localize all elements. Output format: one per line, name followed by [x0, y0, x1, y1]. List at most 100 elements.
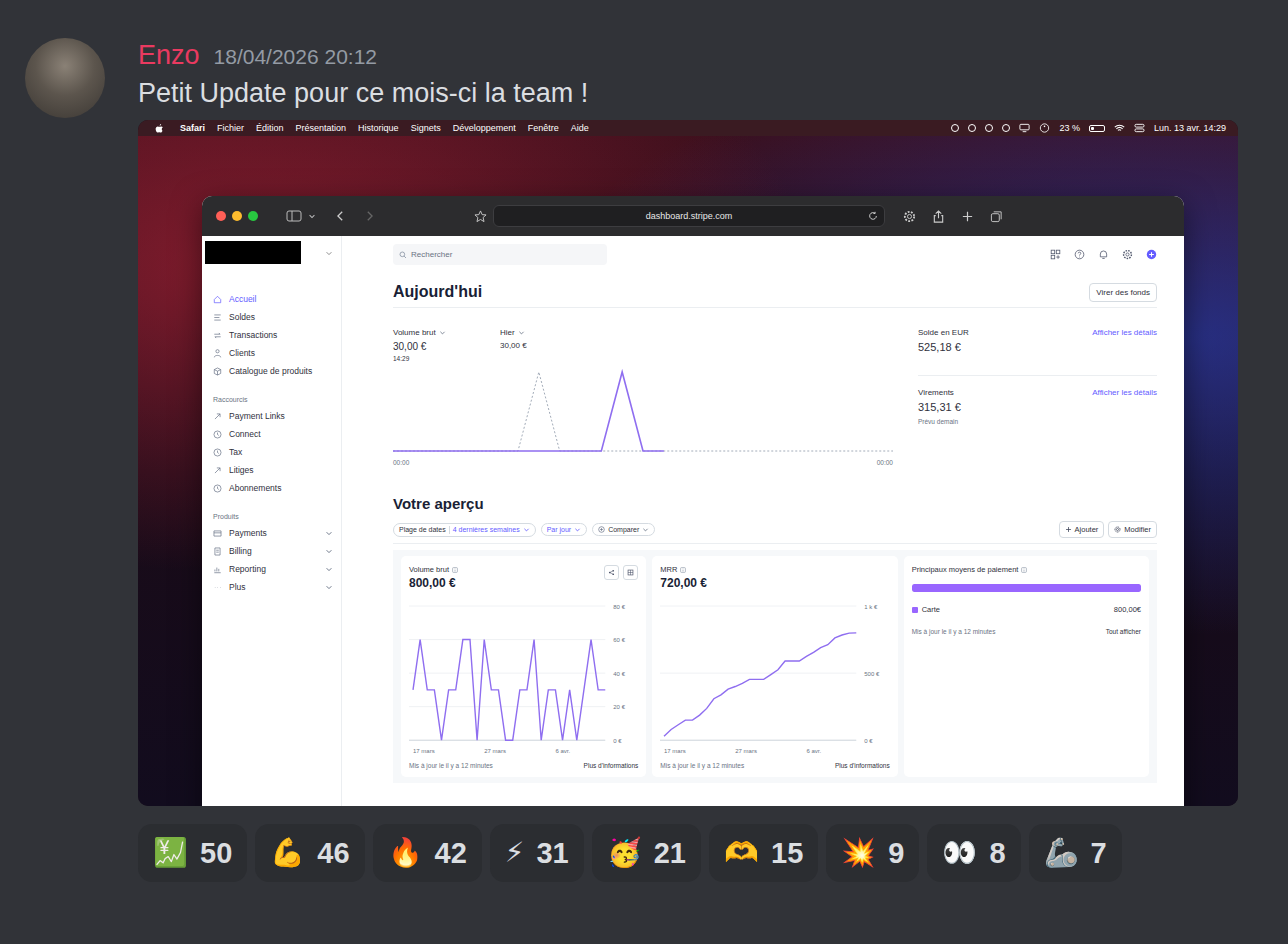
sidebar-item[interactable]: Accueil: [213, 290, 333, 308]
battery-icon[interactable]: [1089, 125, 1105, 132]
balance-details-link[interactable]: Afficher les détails: [1092, 328, 1157, 337]
expand-chevron-icon[interactable]: [325, 529, 333, 537]
menubar-item[interactable]: Historique: [358, 123, 399, 133]
reaction-button[interactable]: 🦾7: [1029, 824, 1122, 882]
menubar-item[interactable]: Édition: [256, 123, 284, 133]
status-icon[interactable]: [951, 124, 959, 132]
menubar-item[interactable]: Safari: [180, 123, 205, 133]
sidebar-item[interactable]: Reporting: [213, 560, 333, 578]
sidebar-item[interactable]: Payments: [213, 524, 333, 542]
reaction-button[interactable]: 💹50: [138, 824, 247, 882]
menubar-item[interactable]: Aide: [571, 123, 589, 133]
expand-chevron-icon[interactable]: [325, 547, 333, 555]
sidebar-item[interactable]: Litiges: [213, 461, 333, 479]
share-icon[interactable]: [932, 210, 945, 223]
menubar-item[interactable]: Présentation: [296, 123, 347, 133]
notifications-bell-icon[interactable]: [1098, 249, 1109, 260]
back-icon[interactable]: [336, 210, 345, 222]
zoom-button[interactable]: [248, 211, 258, 221]
line-chart[interactable]: 1 k €500 €0 €17 mars27 mars6 avr.: [660, 592, 889, 760]
sidebar-item[interactable]: Tax: [213, 443, 333, 461]
bookmark-star-icon[interactable]: [474, 210, 487, 223]
overview-card[interactable]: Principaux moyens de paiementCarte800,00…: [904, 556, 1149, 777]
reaction-button[interactable]: 💥9: [826, 824, 919, 882]
menubar-item[interactable]: Fichier: [217, 123, 244, 133]
tab-overview-icon[interactable]: [990, 210, 1003, 223]
minimize-button[interactable]: [232, 211, 242, 221]
yesterday-line: [393, 372, 893, 451]
sidebar-item[interactable]: Connect: [213, 425, 333, 443]
user-avatar[interactable]: [25, 38, 105, 118]
status-icon[interactable]: [1002, 124, 1010, 132]
menubar-item[interactable]: Développement: [453, 123, 516, 133]
reaction-button[interactable]: 🫶15: [709, 824, 818, 882]
chevron-down-icon[interactable]: [308, 212, 316, 220]
menubar-item[interactable]: Signets: [411, 123, 441, 133]
reload-icon[interactable]: [868, 211, 878, 221]
line-chart[interactable]: 80 €60 €40 €20 €0 €17 mars27 mars6 avr.: [409, 592, 638, 760]
settings-icon[interactable]: [1122, 249, 1133, 260]
dropdown-chevron-icon: [439, 329, 446, 336]
payout-button[interactable]: Virer des fonds: [1089, 283, 1157, 302]
expand-button[interactable]: [623, 565, 638, 580]
card-link[interactable]: Plus d'informations: [835, 762, 890, 769]
info-icon[interactable]: [680, 567, 686, 573]
sidebar-item[interactable]: Catalogue de produits: [213, 362, 333, 380]
payment-method[interactable]: Carte800,00€: [912, 584, 1141, 614]
nav-icon: [213, 547, 222, 556]
card-link[interactable]: Tout afficher: [1106, 628, 1141, 635]
reaction-button[interactable]: ⚡31: [490, 824, 584, 882]
sidebar-toggle-icon[interactable]: [286, 210, 302, 222]
info-icon[interactable]: [1021, 567, 1027, 573]
menubar-item[interactable]: Fenêtre: [528, 123, 559, 133]
attached-screenshot[interactable]: Safari Fichier Édition Présentation Historiq…: [138, 120, 1238, 806]
interval-filter[interactable]: Par jour: [541, 523, 588, 536]
apps-icon[interactable]: [1050, 249, 1061, 260]
new-tab-icon[interactable]: [961, 210, 974, 223]
overview-action-button[interactable]: Ajouter: [1059, 521, 1105, 538]
card-link[interactable]: Plus d'informations: [584, 762, 639, 769]
date-range-filter[interactable]: Plage de dates4 dernières semaines: [393, 523, 536, 537]
compare-filter[interactable]: Comparer: [592, 523, 655, 536]
sidebar-item[interactable]: Clients: [213, 344, 333, 362]
reaction-button[interactable]: 🥳21: [592, 824, 701, 882]
sidebar-item[interactable]: Abonnements: [213, 479, 333, 497]
status-icon[interactable]: [985, 124, 993, 132]
share-button[interactable]: [604, 565, 619, 580]
account-switcher[interactable]: [205, 241, 333, 264]
menubar-clock[interactable]: Lun. 13 avr. 14:29: [1154, 123, 1226, 133]
dropdown-chevron-icon: [518, 329, 525, 336]
overview-card[interactable]: Volume brut800,00 €80 €60 €40 €20 €0 €17…: [401, 556, 646, 777]
help-icon[interactable]: [1074, 249, 1085, 260]
sidebar-item[interactable]: Soldes: [213, 308, 333, 326]
expand-chevron-icon[interactable]: [325, 583, 333, 591]
reaction-button[interactable]: 💪46: [255, 824, 364, 882]
reaction-button[interactable]: 🔥42: [373, 824, 482, 882]
display-icon[interactable]: [1019, 123, 1030, 133]
author-name[interactable]: Enzo: [138, 38, 200, 72]
sidebar-item[interactable]: Billing: [213, 542, 333, 560]
overview-card[interactable]: MRR720,00 €1 k €500 €0 €17 mars27 mars6 …: [652, 556, 897, 777]
nav-icon: [213, 529, 222, 538]
status-icon[interactable]: [968, 124, 976, 132]
info-icon[interactable]: [452, 567, 458, 573]
compare-stat[interactable]: Hier30,00 €: [500, 328, 557, 362]
wifi-icon[interactable]: [1114, 123, 1125, 133]
apple-logo-icon[interactable]: [155, 123, 164, 134]
payouts-details-link[interactable]: Afficher les détails: [1092, 388, 1157, 397]
overview-action-button[interactable]: Modifier: [1108, 521, 1157, 538]
sidebar-item[interactable]: Transactions: [213, 326, 333, 344]
sidebar-item[interactable]: Payment Links: [213, 407, 333, 425]
settings-gear-icon[interactable]: [903, 210, 916, 223]
create-plus-icon[interactable]: [1146, 249, 1157, 260]
expand-chevron-icon[interactable]: [325, 565, 333, 573]
close-button[interactable]: [216, 211, 226, 221]
today-chart[interactable]: [393, 364, 893, 456]
address-bar[interactable]: dashboard.stripe.com: [493, 205, 885, 227]
gross-volume-stat[interactable]: Volume brut30,00 €14:29: [393, 328, 450, 362]
control-center-icon[interactable]: [1134, 123, 1145, 133]
reaction-button[interactable]: 👀8: [927, 824, 1020, 882]
sidebar-item[interactable]: Plus: [213, 578, 333, 596]
search-field[interactable]: Rechercher: [393, 244, 607, 265]
accessibility-icon[interactable]: [1039, 123, 1050, 133]
